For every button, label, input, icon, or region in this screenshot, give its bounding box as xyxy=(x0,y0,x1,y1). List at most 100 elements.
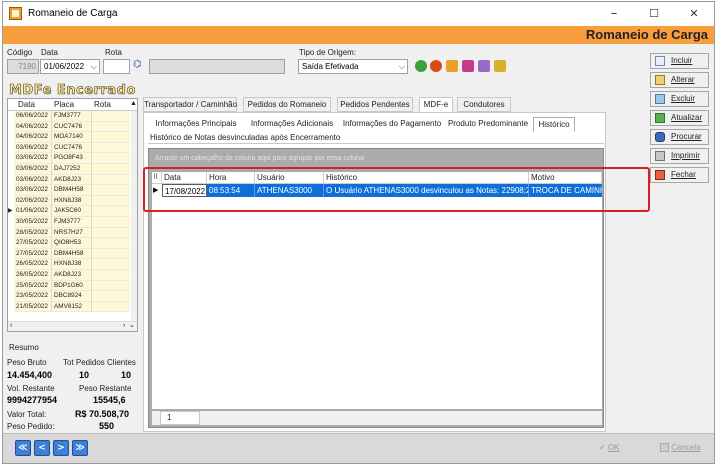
last-record-button[interactable]: ≫ xyxy=(72,440,88,456)
list-item-date: 21/05/2022 xyxy=(14,301,52,313)
vol-restante-label: Vol. Restante xyxy=(7,384,55,393)
first-record-button[interactable]: ≪ xyxy=(15,440,31,456)
list-item[interactable]: 03/06/2022 PGO8F43 xyxy=(8,153,131,164)
list-item[interactable]: 30/05/2022 FJM3777 xyxy=(8,217,131,228)
list-item-plate: HXN8J38 xyxy=(52,195,92,207)
column-header-data[interactable]: Data xyxy=(18,100,35,109)
peso-restante-label: Peso Restante xyxy=(79,384,132,393)
column-header-rota[interactable]: Rota xyxy=(94,100,111,109)
section-divider xyxy=(148,143,604,144)
list-item-plate: CUC7476 xyxy=(52,121,92,133)
subtab-informacoes-principais[interactable]: Informações Principais xyxy=(148,117,244,132)
scroll-left-icon[interactable]: ‹ xyxy=(10,322,12,329)
checkmark-icon: ✔ xyxy=(599,443,608,452)
list-item[interactable]: 23/05/2022 DBC8924 xyxy=(8,291,131,302)
cancel-button[interactable]: Cancela xyxy=(660,439,701,457)
list-item-rota xyxy=(92,270,130,281)
list-item[interactable]: 06/06/2022 FJM3777 xyxy=(8,111,131,122)
chevron-down-icon: ⌵ xyxy=(398,62,405,71)
previous-record-button[interactable]: < xyxy=(34,440,50,456)
list-item[interactable]: 28/05/2022 NRS7H27 xyxy=(8,227,131,239)
list-item[interactable]: 04/06/2022 CUC7476 xyxy=(8,121,131,133)
fechar-button[interactable]: Fechar xyxy=(650,167,709,183)
up-arrow-icon[interactable] xyxy=(415,60,427,72)
gear-icon[interactable] xyxy=(494,60,506,72)
list-item-date: 02/06/2022 xyxy=(14,195,52,207)
excluir-label: Excluir xyxy=(671,94,696,103)
list-item[interactable]: 03/06/2022 DBM4H58 xyxy=(8,185,131,196)
list-item-rota xyxy=(92,185,130,196)
list-item-rota xyxy=(92,291,130,302)
scroll-up-icon[interactable]: ▲ xyxy=(130,100,137,107)
binoculars-icon[interactable]: ⌬ xyxy=(133,59,142,70)
list-item[interactable]: 26/05/2022 HXN8J38 xyxy=(8,259,131,270)
list-item[interactable]: ▶ 01/06/2022 JAK5C60 xyxy=(8,206,131,217)
list-item[interactable]: 21/05/2022 AMV8152 xyxy=(8,301,131,313)
people-icon[interactable] xyxy=(462,60,474,72)
ok-label: OK xyxy=(607,443,620,452)
list-item-date: 27/05/2022 xyxy=(14,248,52,260)
list-item[interactable]: 25/05/2022 BDP1G60 xyxy=(8,280,131,292)
row-indicator xyxy=(8,153,13,164)
list-item-rota xyxy=(92,280,130,292)
list-item-date: 26/05/2022 xyxy=(14,259,52,270)
list-horizontal-scrollbar[interactable]: ‹ › ⌄ xyxy=(8,321,137,331)
alterar-button[interactable]: Alterar xyxy=(650,72,709,88)
codigo-field[interactable]: 7190 xyxy=(7,59,39,74)
tab-condutores[interactable]: Condutores xyxy=(457,97,511,112)
imprimir-button[interactable]: Imprimir xyxy=(650,148,709,164)
ok-button[interactable]: ✔ OK xyxy=(599,439,620,457)
rota-field[interactable] xyxy=(103,59,130,74)
peso-pedido-value: 550 xyxy=(99,421,115,431)
close-button[interactable]: ✕ xyxy=(674,2,714,26)
scroll-down-icon[interactable]: ⌄ xyxy=(129,321,135,329)
header-banner: Romaneio de Carga xyxy=(3,26,714,44)
list-item-date: 03/06/2022 xyxy=(14,164,52,175)
subtab-informacoes-pagamento[interactable]: Informações do Pagamento xyxy=(340,117,444,132)
list-item[interactable]: 02/06/2022 HXN8J38 xyxy=(8,195,131,207)
procurar-button[interactable]: Procurar xyxy=(650,129,709,145)
list-item-rota xyxy=(92,174,130,186)
subtab-historico[interactable]: Histórico xyxy=(533,117,575,132)
down-arrow-icon[interactable] xyxy=(430,60,442,72)
list-item-rota xyxy=(92,238,130,249)
maximize-button[interactable]: ☐ xyxy=(634,2,674,26)
excluir-button[interactable]: Excluir xyxy=(650,91,709,107)
list-item-rota xyxy=(92,206,130,217)
romaneio-list-grid[interactable]: Data Placa Rota ▲ 06/06/2022 FJM3777 04/06… xyxy=(7,98,138,332)
list-item[interactable]: 03/06/2022 CUC7476 xyxy=(8,142,131,154)
tool-icon[interactable] xyxy=(446,60,458,72)
date-picker-value: 01/06/2022 xyxy=(44,62,85,71)
list-item[interactable]: 03/06/2022 DAJ7252 xyxy=(8,164,131,175)
scroll-right-icon[interactable]: › xyxy=(123,322,125,329)
tipo-origem-select[interactable]: Saída Efetivada ⌵ xyxy=(298,59,408,74)
row-indicator xyxy=(8,238,13,249)
list-item[interactable]: 27/05/2022 QIO8H53 xyxy=(8,238,131,249)
list-item[interactable]: 03/06/2022 AKD8J23 xyxy=(8,174,131,186)
rota-description-field xyxy=(149,59,285,74)
minimize-button[interactable]: – xyxy=(594,2,634,26)
atualizar-button[interactable]: Atualizar xyxy=(650,110,709,126)
subtab-produto-predominante[interactable]: Produto Predominante xyxy=(446,117,530,132)
stack-icon[interactable] xyxy=(478,60,490,72)
peso-bruto-label: Peso Bruto xyxy=(7,358,47,367)
tab-mdfe[interactable]: MDF-e xyxy=(419,97,453,112)
date-picker[interactable]: 01/06/2022 ⌵ xyxy=(40,59,100,74)
summary-title: Resumo xyxy=(9,343,39,352)
list-item[interactable]: 26/05/2022 AKD8J23 xyxy=(8,270,131,281)
list-item-date: 04/06/2022 xyxy=(14,132,52,143)
list-item-rota xyxy=(92,142,130,154)
mdfe-status-title: MDFe Encerrado xyxy=(9,83,136,99)
tab-transportador[interactable]: Transportador / Caminhão xyxy=(143,97,237,112)
list-item-plate: DBM4H58 xyxy=(52,185,92,196)
list-scrollbar[interactable] xyxy=(131,111,137,321)
next-record-button[interactable]: > xyxy=(53,440,69,456)
list-item[interactable]: 27/05/2022 DBM4H58 xyxy=(8,248,131,260)
incluir-button[interactable]: Incluir xyxy=(650,53,709,69)
list-item[interactable]: 04/06/2022 MOA7140 xyxy=(8,132,131,143)
tab-pedidos-romaneio[interactable]: Pedidos do Romaneio xyxy=(243,97,331,112)
list-item-plate: NRS7H27 xyxy=(52,227,92,239)
subtab-informacoes-adicionais[interactable]: Informações Adicionais xyxy=(248,117,336,132)
column-header-placa[interactable]: Placa xyxy=(54,100,74,109)
tab-pedidos-pendentes[interactable]: Pedidos Pendentes xyxy=(337,97,413,112)
